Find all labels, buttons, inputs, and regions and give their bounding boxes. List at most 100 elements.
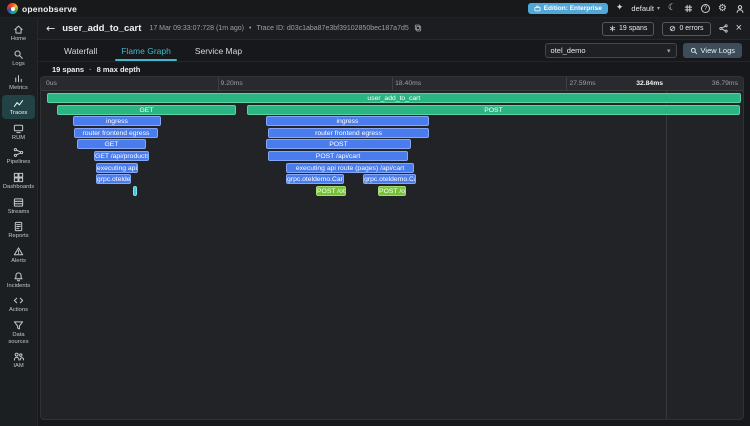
monitor-icon <box>13 124 24 133</box>
sidebar-item-logs[interactable]: Logs <box>2 46 35 70</box>
spans-count-button[interactable]: 19 spans <box>602 21 655 36</box>
briefcase-icon <box>534 5 541 12</box>
tab-waterfall[interactable]: Waterfall <box>52 40 109 61</box>
span-count: 19 spans <box>52 64 85 74</box>
users-icon <box>13 352 24 361</box>
sidebar-item-incidents[interactable]: Incidents <box>2 268 35 292</box>
sidebar-item-reports[interactable]: Reports <box>2 218 35 242</box>
grid-icon <box>13 172 24 183</box>
share-icon[interactable] <box>718 20 728 38</box>
timeline-tick-label: 27.59ms <box>569 80 596 87</box>
sidebar-item-label: Logs <box>12 60 25 67</box>
flame-span[interactable]: GET <box>76 139 146 150</box>
sidebar-item-label: RUM <box>11 134 26 141</box>
flame-span[interactable]: ingress <box>72 116 161 127</box>
tab-flame-graph[interactable]: Flame Graph <box>109 40 183 61</box>
sidebar-item-label: Incidents <box>6 282 31 289</box>
timeline-tick-label: 9.20ms <box>220 80 243 87</box>
back-arrow-icon[interactable]: ← <box>46 22 55 35</box>
view-logs-button[interactable]: View Logs <box>682 43 742 58</box>
timeline-tick-label: 36.79ms <box>711 80 738 87</box>
flame-span[interactable]: GET <box>57 104 236 115</box>
trace-summary: 19 spans · 8 max depth <box>52 64 141 74</box>
table-icon <box>13 197 24 207</box>
trace-id: Trace ID: d03c1aba87e3bf39102850bec187a7… <box>256 25 409 32</box>
search-icon <box>14 50 23 59</box>
timeline-tick-label: 32.84ms <box>636 80 664 87</box>
copy-icon[interactable] <box>414 24 422 34</box>
flame-graph-panel: 0us 9.20ms 18.40ms 27.59ms 32.84ms 36.79ms us… <box>40 76 744 420</box>
flame-span[interactable]: executing api... <box>95 162 139 173</box>
sidebar-item-label: Alerts <box>11 257 26 264</box>
openobserve-logo-icon <box>7 3 18 14</box>
flame-span[interactable]: router frontend egress <box>73 127 158 138</box>
help-icon[interactable]: ? <box>701 4 711 13</box>
slack-icon[interactable] <box>684 4 693 13</box>
timeline-tick-label: 18.40ms <box>395 80 422 87</box>
sidebar-item-label: Dashboards <box>2 183 35 190</box>
trace-title: user_add_to_cart <box>62 23 142 34</box>
timeline-tick-line <box>392 77 394 91</box>
code-icon <box>13 297 24 304</box>
dark-mode-moon-icon[interactable]: ☾ <box>668 4 676 13</box>
close-icon[interactable]: × <box>736 23 742 34</box>
sidebar-item-label: Home <box>10 36 27 42</box>
sidebar-item-label: Data sources <box>8 331 29 345</box>
edition-badge: Edition: Enterprise <box>527 3 608 14</box>
errors-count-button[interactable]: 0 errors <box>662 21 711 36</box>
flame-span[interactable]: executing api route (pages) /api/cart <box>286 162 415 173</box>
tab-service-map[interactable]: Service Map <box>183 40 254 61</box>
sidebar-item-label: Actions <box>8 307 28 314</box>
sidebar-item-label: IAM <box>13 363 24 370</box>
traces-icon <box>13 100 24 107</box>
home-icon <box>14 25 23 34</box>
pipeline-icon <box>13 148 24 158</box>
sidebar-item-traces[interactable]: Traces <box>2 94 35 119</box>
settings-gear-icon[interactable]: ⚙ <box>718 3 727 14</box>
sidebar-nav: Home Logs Metrics Traces RUM Pipelines Dashboa… <box>0 18 38 426</box>
flame-span[interactable]: grpc.otelde... <box>95 174 132 185</box>
flame-span[interactable]: POST /ote... <box>316 185 346 196</box>
sidebar-item-iam[interactable]: IAM <box>2 348 35 372</box>
sparkle-ai-icon[interactable]: ✦ <box>616 4 624 13</box>
sidebar-item-label: Pipelines <box>6 159 31 166</box>
timeline-header: 0us 9.20ms 18.40ms 27.59ms 32.84ms 36.79ms <box>41 77 743 91</box>
sidebar-item-home[interactable]: Home <box>2 21 35 45</box>
trace-header: ← user_add_to_cart 17 Mar 09:33:07:728 (… <box>38 18 750 40</box>
funnel-icon <box>13 321 24 330</box>
org-selector[interactable]: default ▾ <box>631 4 660 13</box>
meta-separator: • <box>248 25 252 32</box>
sidebar-item-streams[interactable]: Streams <box>2 194 35 218</box>
bell-icon <box>14 271 23 281</box>
flame-span[interactable] <box>132 185 137 196</box>
stream-selector[interactable]: otel_demo ▾ <box>544 43 677 58</box>
sidebar-item-pipelines[interactable]: Pipelines <box>2 144 35 168</box>
sidebar-item-dashboards[interactable]: Dashboards <box>2 169 35 193</box>
alert-icon <box>13 247 24 256</box>
sidebar-item-rum[interactable]: RUM <box>2 120 35 144</box>
tabs-row: Waterfall Flame Graph Service Map otel_dem… <box>38 40 750 62</box>
timeline-tick-line <box>217 77 219 91</box>
flame-span[interactable]: ingress <box>265 116 430 127</box>
flame-span[interactable]: POST <box>265 139 412 150</box>
max-depth: 8 max depth <box>96 64 141 74</box>
profile-icon[interactable] <box>735 4 745 14</box>
sidebar-item-metrics[interactable]: Metrics <box>2 70 35 94</box>
sidebar-item-data-sources[interactable]: Data sources <box>2 317 35 347</box>
flame-span[interactable]: router frontend egress <box>268 127 430 138</box>
timeline-tick-line <box>566 77 568 91</box>
main-content: ← user_add_to_cart 17 Mar 09:33:07:728 (… <box>38 18 750 426</box>
brand-name: openobserve <box>22 3 78 14</box>
sidebar-item-actions[interactable]: Actions <box>2 292 35 316</box>
flame-span[interactable]: GET /api/products/... <box>94 151 150 161</box>
flame-span[interactable]: POST /api/cart <box>268 151 409 161</box>
flame-span[interactable]: grpc.oteldemo.CartS... <box>363 174 416 185</box>
sidebar-item-alerts[interactable]: Alerts <box>2 243 35 267</box>
flame-span[interactable]: POST <box>246 104 741 115</box>
time-marker-line <box>666 77 668 419</box>
flame-span[interactable]: POST /ot... <box>378 185 406 196</box>
flame-span[interactable]: user_add_to_cart <box>46 93 741 103</box>
top-app-bar: openobserve Edition: Enterprise ✦ defaul… <box>0 0 750 18</box>
flame-span[interactable]: grpc.oteldemo.CartSer... <box>286 174 345 185</box>
chevron-down-icon: ▾ <box>667 46 671 55</box>
